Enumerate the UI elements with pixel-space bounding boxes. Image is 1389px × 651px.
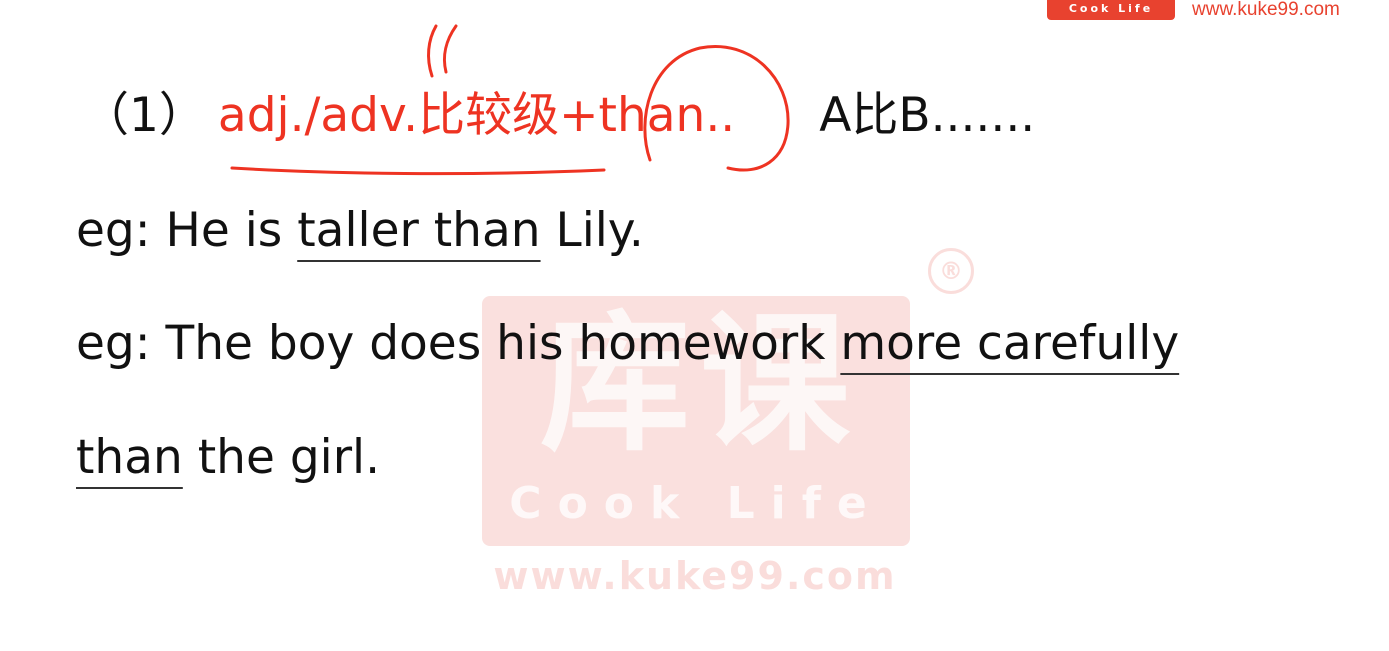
example-2-underlined-a: more carefully: [840, 316, 1180, 371]
brand-badge: Cook Life: [1047, 0, 1175, 20]
rule-pattern-than: than: [598, 88, 706, 143]
pen-mark-left: [427, 24, 438, 78]
brand-url: www.kuke99.com: [1192, 0, 1340, 20]
rule-pattern-adj: adj./adv.比较级: [217, 88, 560, 143]
example-2-prefix: eg: The boy does his homework: [76, 316, 841, 371]
example-2-underlined-b: than: [76, 430, 183, 485]
rule-plus: +: [559, 88, 599, 143]
registered-mark-icon: ®: [928, 248, 974, 294]
rule-line: （1） adj./adv.比较级+than.. A比B.......: [82, 86, 1035, 146]
watermark-cook-life: Cook Life: [509, 478, 883, 529]
rule-dots: ..: [705, 88, 736, 143]
slide: 库课 Cook Life www.kuke99.com ® Cook Life …: [0, 0, 1389, 651]
example-1: eg: He is taller than Lily.: [76, 201, 644, 261]
example-2-line-2: than the girl.: [76, 428, 380, 488]
pen-underline: [230, 166, 606, 176]
example-1-prefix: eg: He is: [76, 203, 298, 258]
rule-meaning: A比B.......: [819, 88, 1036, 143]
watermark-url: www.kuke99.com: [493, 554, 897, 598]
example-2-suffix: the girl.: [182, 430, 381, 485]
example-2-line-1: eg: The boy does his homework more caref…: [76, 314, 1179, 374]
rule-number: （1）: [82, 88, 206, 143]
example-1-suffix: Lily.: [540, 203, 644, 258]
pen-mark-right: [442, 24, 458, 74]
example-1-underlined: taller than: [297, 203, 541, 258]
